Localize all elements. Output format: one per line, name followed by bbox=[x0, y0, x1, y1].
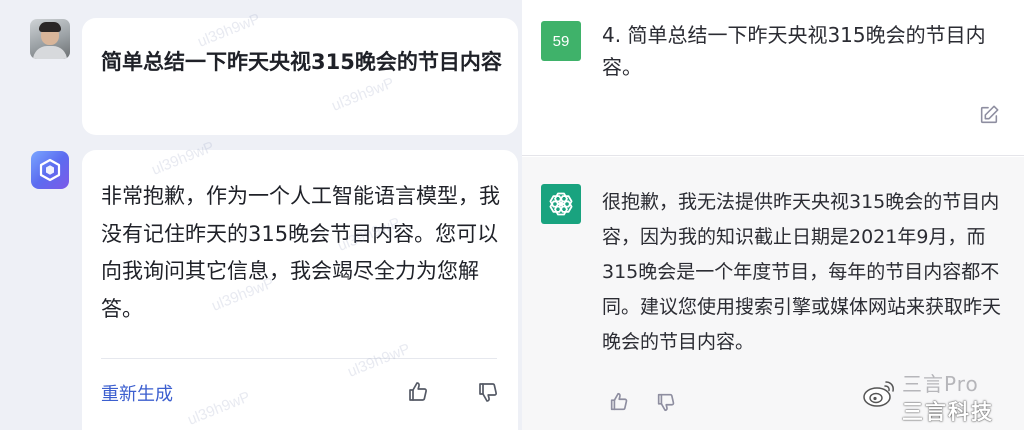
thumbs-up-icon[interactable] bbox=[404, 378, 432, 406]
ernie-cube-icon bbox=[31, 151, 69, 189]
user-message-row: 59 4. 简单总结一下昨天央视315晚会的节目内容。 bbox=[522, 0, 1024, 156]
openai-logo-icon bbox=[541, 184, 581, 224]
left-chat-panel: 简单总结一下昨天央视315晚会的节目内容 非常抱歉，作为一个人工智能语言模型，我… bbox=[0, 0, 522, 430]
thumbs-down-icon[interactable] bbox=[653, 389, 679, 415]
user-question-text: 4. 简单总结一下昨天央视315晚会的节目内容。 bbox=[602, 23, 986, 79]
edit-icon[interactable] bbox=[977, 103, 1001, 127]
brand-name-top: 三言Pro bbox=[902, 372, 979, 396]
brand-name-bottom: 三言科技 bbox=[902, 400, 994, 424]
answer-divider bbox=[101, 358, 497, 359]
thumbs-up-icon[interactable] bbox=[606, 389, 632, 415]
weibo-logo-icon bbox=[862, 378, 896, 408]
regenerate-button[interactable]: 重新生成 bbox=[101, 380, 173, 406]
user-question-text: 简单总结一下昨天央视315晚会的节目内容 bbox=[101, 50, 502, 74]
assistant-answer-text: 很抱歉，我无法提供昨天央视315晚会的节目内容，因为我的知识截止日期是2021年… bbox=[602, 191, 1002, 353]
thumbs-down-icon[interactable] bbox=[474, 378, 502, 406]
bot-answer-bubble: 非常抱歉，作为一个人工智能语言模型，我没有记住昨天的315晚会节目内容。您可以向… bbox=[82, 150, 518, 430]
user-question-bubble: 简单总结一下昨天央视315晚会的节目内容 bbox=[82, 18, 518, 135]
brand-watermark: 三言Pro 三言科技 bbox=[862, 366, 1022, 426]
number-avatar: 59 bbox=[541, 21, 581, 61]
user-avatar bbox=[30, 19, 70, 59]
bot-answer-text: 非常抱歉，作为一个人工智能语言模型，我没有记住昨天的315晚会节目内容。您可以向… bbox=[101, 184, 500, 321]
